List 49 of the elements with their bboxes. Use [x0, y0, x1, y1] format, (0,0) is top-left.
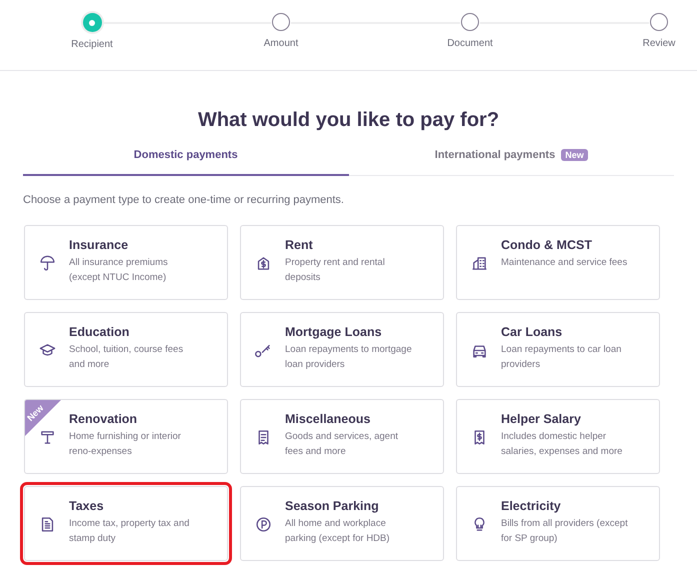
- payment-tab[interactable]: Domestic payments: [23, 145, 348, 176]
- card-description: Loan repayments to car loan providers: [501, 343, 622, 372]
- card-description: Home furnishing or interior reno-expenses: [69, 430, 182, 459]
- card-description: Loan repayments to mortgage loan providers: [285, 343, 413, 372]
- card-title: Miscellaneous: [285, 412, 372, 426]
- page-title: What would you like to pay for?: [196, 109, 500, 132]
- document-icon: [39, 516, 56, 533]
- step-label: Document: [447, 38, 493, 49]
- card-title: Mortgage Loans: [285, 325, 383, 339]
- card-description: Includes domestic helper salaries, expenses and more: [501, 430, 624, 459]
- umbrella-icon: [39, 255, 56, 272]
- payment-type-card[interactable]: Condo & MCST Maintenance and service fees: [456, 225, 660, 300]
- parking-icon: [255, 516, 272, 533]
- card-description: School, tuition, course fees and more: [69, 343, 184, 372]
- card-description: Maintenance and service fees: [501, 256, 628, 270]
- card-description: All insurance premiums (except NTUC Income): [69, 256, 169, 285]
- card-description: Bills from all providers (except for SP group): [501, 517, 629, 546]
- card-title: Condo & MCST: [501, 238, 593, 252]
- card-title: Car Loans: [501, 325, 564, 339]
- card-title: Season Parking: [285, 499, 380, 513]
- new-badge: New: [561, 149, 588, 161]
- key-icon: [255, 342, 272, 359]
- card-description: Property rent and rental deposits: [285, 256, 386, 285]
- building-icon: [471, 255, 488, 272]
- house-dollar-icon: [255, 255, 272, 272]
- payment-type-card[interactable]: Season Parking All home and workplace parking (except for HDB): [240, 486, 444, 561]
- payment-type-card[interactable]: Mortgage Loans Loan repayments to mortgage loan providers: [240, 312, 444, 387]
- intro-text: Choose a payment type to create one-time or recurring payments.: [23, 194, 345, 206]
- payment-type-card[interactable]: Education School, tuition, course fees and more: [24, 312, 228, 387]
- payment-type-card[interactable]: Electricity Bills from all providers (except for SP group): [456, 486, 660, 561]
- step-label: Recipient: [71, 39, 113, 50]
- payment-type-card[interactable]: Helper Salary Includes domestic helper salaries, expenses and more: [456, 399, 660, 474]
- payment-type-card[interactable]: Miscellaneous Goods and services, agent fees and more: [240, 399, 444, 474]
- payment-type-card[interactable]: Rent Property rent and rental deposits: [240, 225, 444, 300]
- step-label: Amount: [264, 38, 298, 49]
- card-title: Insurance: [69, 238, 130, 252]
- card-title: Helper Salary: [501, 412, 582, 426]
- card-description: Goods and services, agent fees and more: [285, 430, 400, 459]
- card-title: Renovation: [69, 412, 138, 426]
- card-description: All home and workplace parking (except for HDB): [285, 517, 391, 546]
- card-title: Rent: [285, 238, 314, 252]
- payment-type-card[interactable]: Car Loans Loan repayments to car loan providers: [456, 312, 660, 387]
- card-description: Income tax, property tax and stamp duty: [69, 517, 190, 546]
- card-title: Taxes: [69, 499, 105, 513]
- payment-type-card[interactable]: Insurance All insurance premiums (except NTUC Income): [24, 225, 228, 300]
- payment-tab[interactable]: International payments New: [348, 145, 674, 176]
- card-title: Education: [69, 325, 130, 339]
- step-label: Review: [642, 38, 676, 49]
- card-title: Electricity: [501, 499, 562, 513]
